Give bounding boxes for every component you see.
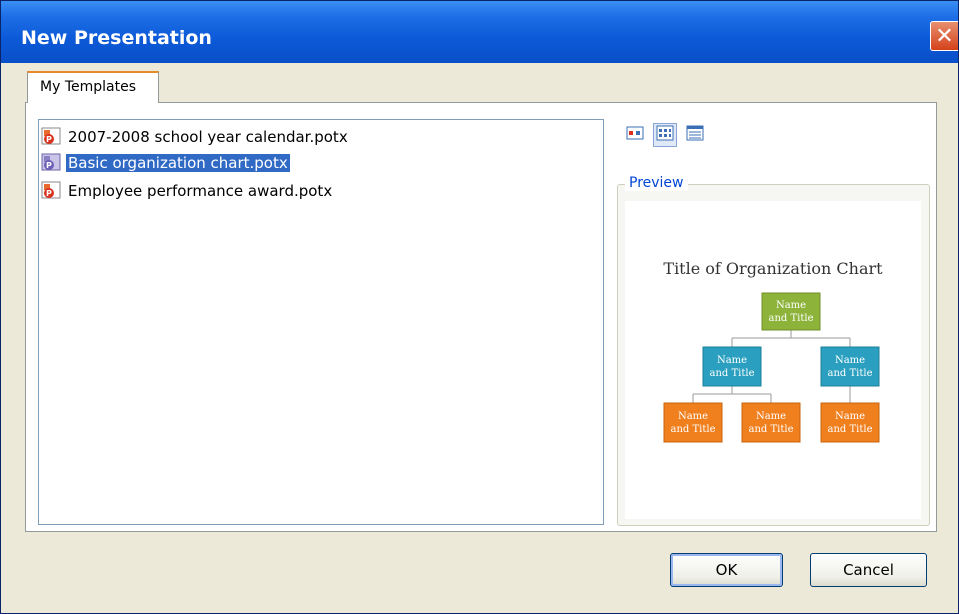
close-icon: ✕ — [935, 23, 954, 49]
file-name: 2007-2008 school year calendar.potx — [68, 128, 348, 146]
cancel-button[interactable]: Cancel — [810, 553, 927, 587]
svg-text:and Title: and Title — [710, 368, 755, 379]
svg-text:and Title: and Title — [828, 424, 873, 435]
svg-text:Name: Name — [756, 411, 786, 422]
svg-text:and Title: and Title — [749, 424, 794, 435]
preview-thumbnail: Title of Organization Chart Name and Tit… — [625, 201, 921, 519]
list-item[interactable]: P 2007-2008 school year calendar.potx — [41, 126, 350, 148]
details-view-icon — [686, 125, 704, 145]
preview-label: Preview — [625, 175, 688, 191]
svg-text:and Title: and Title — [769, 313, 814, 324]
large-icons-view-button[interactable] — [623, 123, 647, 147]
tab-label: My Templates — [40, 79, 136, 95]
svg-text:P: P — [46, 135, 52, 144]
tab-my-templates[interactable]: My Templates — [27, 71, 159, 103]
powerpoint-template-icon: P — [41, 181, 63, 201]
org-node: Name and Title — [663, 402, 723, 443]
svg-text:Name: Name — [776, 300, 806, 311]
dialog-title: New Presentation — [21, 27, 212, 49]
details-view-button[interactable] — [683, 123, 707, 147]
svg-text:and Title: and Title — [828, 368, 873, 379]
powerpoint-template-icon: P — [41, 153, 63, 173]
file-name: Basic organization chart.potx — [66, 154, 290, 172]
file-name: Employee performance award.potx — [68, 182, 333, 200]
svg-text:Name: Name — [678, 411, 708, 422]
list-view-button[interactable] — [653, 123, 677, 147]
list-item[interactable]: P Employee performance award.potx — [41, 180, 334, 202]
org-node: Name and Title — [820, 346, 880, 387]
org-node: Name and Title — [741, 402, 801, 443]
title-bar[interactable]: New Presentation ✕ — [1, 1, 958, 63]
svg-text:P: P — [46, 161, 52, 170]
powerpoint-template-icon: P — [41, 127, 63, 147]
svg-text:Name: Name — [835, 355, 865, 366]
slide-title: Title of Organization Chart — [663, 259, 883, 278]
template-file-list[interactable]: P 2007-2008 school year calendar.potx P … — [38, 119, 604, 525]
org-chart-preview: Title of Organization Chart Name and Tit… — [663, 259, 883, 443]
org-node: Name and Title — [761, 292, 821, 331]
svg-text:and Title: and Title — [671, 424, 716, 435]
large-icons-view-icon — [626, 125, 644, 145]
list-view-icon — [656, 125, 674, 145]
list-item[interactable]: P Basic organization chart.potx — [41, 152, 290, 174]
close-button[interactable]: ✕ — [930, 21, 958, 51]
view-toolbar — [623, 123, 707, 147]
svg-text:Name: Name — [835, 411, 865, 422]
ok-button[interactable]: OK — [670, 553, 783, 587]
org-node: Name and Title — [820, 402, 880, 443]
org-node: Name and Title — [702, 346, 762, 387]
svg-text:P: P — [46, 189, 52, 198]
svg-text:Name: Name — [717, 355, 747, 366]
new-presentation-dialog: New Presentation ✕ My Templates P 2007-2… — [0, 0, 959, 614]
